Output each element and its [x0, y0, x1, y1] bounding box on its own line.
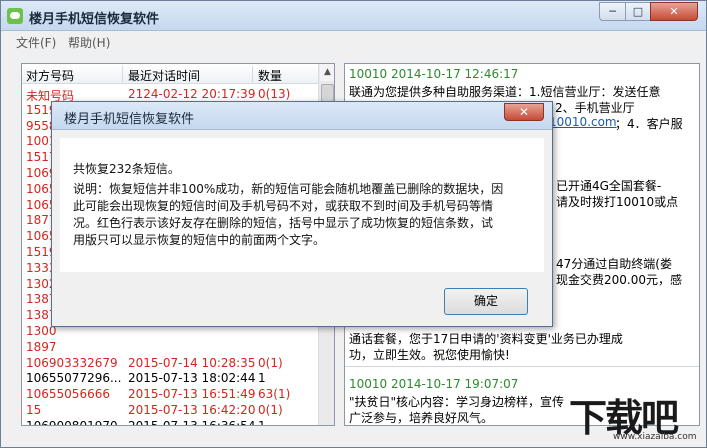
scroll-up-arrow-icon[interactable]: ▲ [320, 64, 334, 81]
list-header: 对方号码 最近对话时间 数量 [22, 64, 318, 84]
ok-button[interactable]: 确定 [444, 288, 528, 315]
last-message-time: 2015-07-13 18:02:44 [128, 371, 256, 386]
header-divider [252, 66, 253, 82]
app-message-icon [7, 8, 23, 24]
dialog-note: 况。红色行表示该好友存在删除的短信，括号中显示了成功恢复的短信条数，试 [73, 216, 494, 230]
header-divider [122, 66, 123, 82]
site-watermark-logo: 下载吧 www.xiazaiba.com [569, 387, 705, 447]
message-timestamp: 10010 2014-10-17 19:07:07 [349, 377, 519, 391]
list-item[interactable]: 未知号码 2124-02-12 20:17:39 0(13) [22, 86, 318, 103]
header-last-time[interactable]: 最近对话时间 [128, 67, 200, 84]
message-text: 2、手机营业厅 [555, 101, 635, 115]
message-text: ；4．客户服 [615, 117, 683, 131]
contact-number: 15 [26, 403, 42, 417]
header-number[interactable]: 对方号码 [26, 67, 74, 84]
recovery-result-dialog: 楼月手机短信恢复软件 ✕ 共恢复232条短信。 说明：恢复短信并非100%成功，… [51, 101, 553, 327]
dialog-note: 此可能会出现恢复的短信时间及手机号码不对，或获取不到时间及手机号码等情 [73, 199, 494, 213]
last-message-time: 2015-07-14 10:28:35 [128, 355, 256, 370]
main-window: 楼月手机短信恢复软件 ─ □ ✕ 文件(F) 帮助(H) 对方号码 最近对话时间… [0, 0, 707, 448]
message-count: 0(1) [258, 403, 283, 417]
maximize-button[interactable]: □ [625, 2, 651, 21]
message-count: 0(13) [258, 87, 291, 101]
list-item[interactable]: 1897 [22, 339, 318, 355]
message-text: 已开通4G全国套餐- [556, 179, 662, 193]
contact-number: 10655056666 [26, 387, 110, 402]
message-text: 47分通过自助终端(娄 [556, 257, 672, 271]
dialog-note: 用版只可以显示恢复的短信中的前面两个文字。 [73, 233, 326, 247]
list-item[interactable]: 106903332679 2015-07-14 10:28:35 0(1) [22, 355, 318, 371]
list-item[interactable]: 10655077296... 2015-07-13 18:02:44 1 [22, 370, 318, 386]
title-bar: 楼月手机短信恢复软件 ─ □ ✕ [1, 1, 706, 31]
message-text: 广泛参与，培养良好风气。 [349, 411, 494, 425]
message-text: "扶贫日"核心内容：学习身边榜样，宣传 [349, 395, 565, 409]
message-text: 请及时拨打10010或点 [556, 195, 679, 209]
message-timestamp: 10010 2014-10-17 12:46:17 [349, 67, 519, 81]
watermark-url: www.xiazaiba.com [613, 432, 697, 442]
list-item[interactable]: 10655056666 2015-07-13 16:51:49 63(1) [22, 386, 318, 402]
message-text: 功，立即生效。祝您使用愉快! [349, 348, 510, 362]
last-message-time: 2124-02-12 20:17:39 [128, 87, 256, 101]
header-count[interactable]: 数量 [258, 67, 282, 84]
list-item[interactable]: 106900801970 2015-07-13 16:36:54 1 [22, 418, 318, 426]
dialog-footer: 确定 [52, 278, 552, 326]
last-message-time: 2015-07-13 16:36:54 [128, 418, 256, 426]
minimize-button[interactable]: ─ [599, 2, 626, 21]
dialog-close-button[interactable]: ✕ [504, 103, 544, 121]
last-message-time: 2015-07-13 16:51:49 [128, 387, 256, 402]
menu-file[interactable]: 文件(F) [16, 34, 56, 51]
last-message-time: 2015-07-13 16:42:20 [128, 403, 256, 417]
dialog-note: 说明：恢复短信并非100%成功，新的短信可能会随机地覆盖已删除的数据块，因 [73, 182, 504, 196]
message-text: 联通为您提供多种自助服务渠道：1.短信营业厅：发送任意 [349, 85, 661, 99]
contact-number: 10655077296... [26, 371, 122, 386]
contact-number: 106900801970 [26, 418, 118, 426]
scroll-thumb[interactable] [321, 84, 334, 102]
message-divider [345, 366, 699, 367]
message-text: 现金交费200.00元，感 [556, 273, 682, 287]
dialog-summary: 共恢复232条短信。 [73, 162, 180, 176]
contact-number: 106903332679 [26, 355, 118, 370]
message-count: 1 [258, 418, 266, 426]
dialog-title: 楼月手机短信恢复软件 [64, 112, 195, 127]
message-count: 1 [258, 371, 266, 386]
menu-bar: 文件(F) 帮助(H) [1, 32, 706, 52]
list-item[interactable]: 15 2015-07-13 16:42:20 0(1) [22, 402, 318, 418]
message-count: 63(1) [258, 387, 291, 402]
contact-number: 1897 [26, 339, 57, 354]
dialog-body: 共恢复232条短信。 说明：恢复短信并非100%成功，新的短信可能会随机地覆盖已… [60, 138, 544, 272]
close-button[interactable]: ✕ [650, 2, 698, 21]
dialog-title-bar: 楼月手机短信恢复软件 ✕ [52, 102, 552, 130]
message-text: 通话套餐，您于17日申请的'资料变更'业务已办理成 [349, 332, 623, 346]
message-link[interactable]: 10010.com [549, 115, 617, 129]
window-title: 楼月手机短信恢复软件 [29, 12, 160, 27]
message-count: 0(1) [258, 355, 283, 370]
menu-help[interactable]: 帮助(H) [68, 34, 110, 51]
